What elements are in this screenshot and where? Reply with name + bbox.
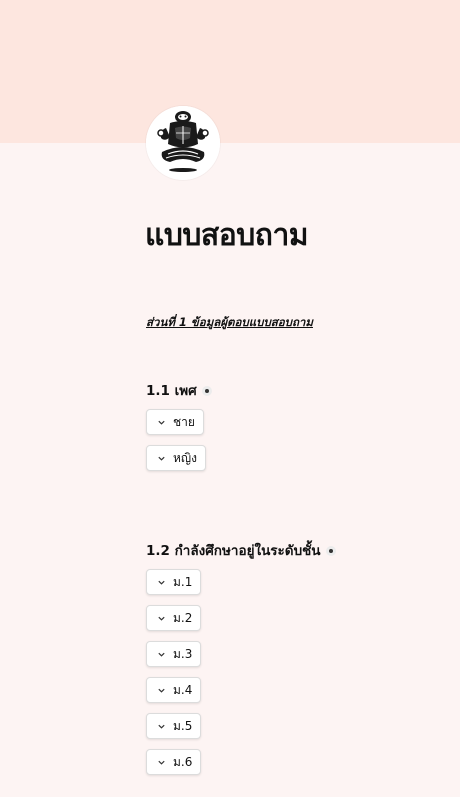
- chevron-down-icon: [158, 652, 165, 657]
- section-heading: ส่วนที่ 1 ข้อมูลผู้ตอบแบบสอบถาม: [146, 315, 313, 329]
- option-label: หญิง: [173, 450, 197, 465]
- chevron-down-icon: [158, 688, 165, 693]
- chevron-down-icon: [158, 760, 165, 765]
- form-title: แบบสอบถาม: [145, 218, 309, 253]
- option-grade-m1[interactable]: ม.1: [146, 569, 202, 595]
- option-label: ม.3: [173, 646, 193, 661]
- question-gender-text: 1.1 เพศ: [146, 383, 197, 399]
- chevron-down-icon: [158, 420, 165, 425]
- logo-avatar: [146, 106, 220, 180]
- question-grade-text: 1.2 กำลังศึกษาอยู่ในระดับชั้น: [146, 543, 321, 559]
- option-grade-m6[interactable]: ม.6: [146, 749, 202, 775]
- chevron-down-icon: [158, 456, 165, 461]
- option-label: ม.4: [173, 682, 193, 697]
- required-dot-icon: [325, 546, 336, 556]
- option-label: ม.5: [173, 718, 193, 733]
- option-gender-male[interactable]: ชาย: [146, 409, 204, 435]
- option-grade-m2[interactable]: ม.2: [146, 605, 202, 631]
- meditating-figure-logo-icon: [146, 106, 220, 180]
- chevron-down-icon: [158, 580, 165, 585]
- question-grade-label: 1.2 กำลังศึกษาอยู่ในระดับชั้น: [146, 541, 336, 561]
- option-label: ม.6: [173, 754, 193, 769]
- option-grade-m4[interactable]: ม.4: [146, 677, 202, 703]
- option-label: ชาย: [173, 414, 195, 429]
- question-gender-label: 1.1 เพศ: [146, 381, 212, 401]
- option-gender-female[interactable]: หญิง: [146, 445, 206, 471]
- chevron-down-icon: [158, 724, 165, 729]
- required-dot-icon: [201, 386, 212, 396]
- option-grade-m3[interactable]: ม.3: [146, 641, 202, 667]
- option-label: ม.2: [173, 610, 193, 625]
- option-label: ม.1: [173, 574, 193, 589]
- option-grade-m5[interactable]: ม.5: [146, 713, 202, 739]
- chevron-down-icon: [158, 616, 165, 621]
- header-banner: [0, 0, 460, 143]
